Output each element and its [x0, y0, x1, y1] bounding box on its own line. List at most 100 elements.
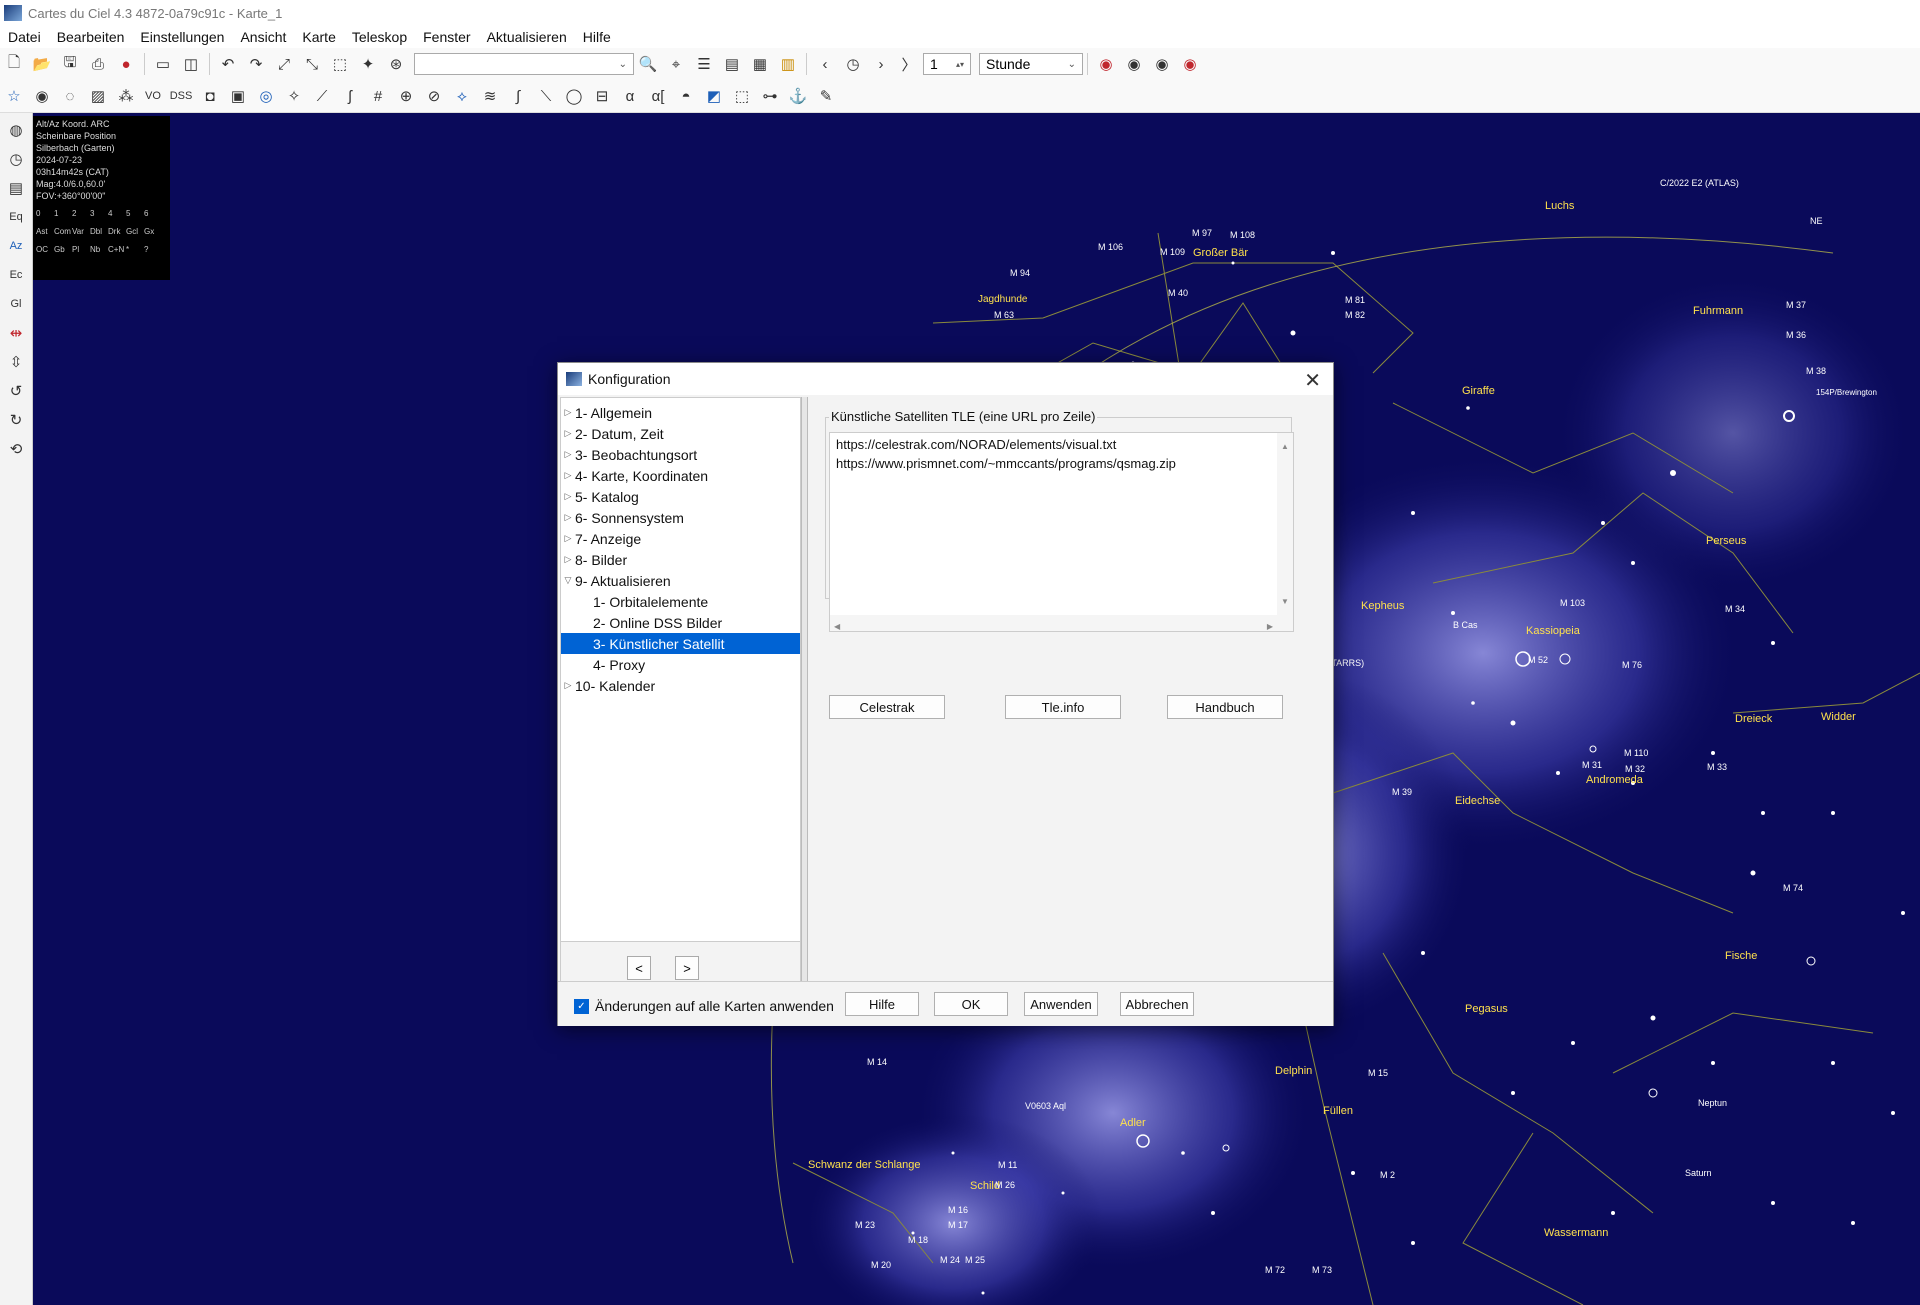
- time-reset-icon[interactable]: ◉: [1178, 52, 1202, 76]
- tree-item-orbitalelemente[interactable]: 1- Orbitalelemente: [561, 591, 800, 612]
- grid-icon[interactable]: #: [366, 84, 390, 108]
- pane-splitter[interactable]: [801, 397, 808, 995]
- link-icon[interactable]: ⊶: [758, 84, 782, 108]
- altaz-icon[interactable]: Az: [4, 234, 28, 258]
- time-fwd-icon[interactable]: ◉: [1150, 52, 1174, 76]
- line-icon[interactable]: ⟍: [534, 84, 558, 108]
- anchor-icon[interactable]: ⚓: [786, 84, 810, 108]
- search-icon[interactable]: 🔍: [636, 52, 660, 76]
- prev-page-button[interactable]: <: [627, 956, 651, 980]
- tree-item-katalog[interactable]: ▷ 5- Katalog: [561, 486, 800, 507]
- celestrak-button[interactable]: Celestrak: [829, 695, 945, 719]
- horizontal-scrollbar[interactable]: ◀ ▶: [830, 615, 1293, 631]
- redo-icon[interactable]: ↷: [244, 52, 268, 76]
- clock-icon[interactable]: ◷: [841, 52, 865, 76]
- forward-icon[interactable]: ›: [869, 52, 893, 76]
- galactic-icon[interactable]: Gl: [4, 292, 28, 316]
- horizon-icon[interactable]: ◓: [674, 84, 698, 108]
- sparkle-icon[interactable]: ✧: [282, 84, 306, 108]
- split-window-icon[interactable]: ◫: [179, 52, 203, 76]
- tree-item-kuenstlicher-satellit[interactable]: 3- Künstlicher Satellit: [561, 633, 800, 654]
- save-icon[interactable]: 🖫: [58, 52, 82, 76]
- hilfe-button[interactable]: Hilfe: [845, 992, 919, 1016]
- ecliptic-coord-icon[interactable]: Ec: [4, 263, 28, 287]
- time-now-icon[interactable]: ◉: [1122, 52, 1146, 76]
- curve-icon[interactable]: ʃ: [338, 84, 362, 108]
- open-icon[interactable]: 📂: [30, 52, 54, 76]
- anwenden-button[interactable]: Anwenden: [1024, 992, 1098, 1016]
- scroll-up-icon[interactable]: ▲: [1277, 437, 1293, 456]
- tree-item-anzeige[interactable]: ▷ 7- Anzeige: [561, 528, 800, 549]
- pin-icon[interactable]: ⌖: [664, 52, 688, 76]
- alpha-bracket-button[interactable]: α[: [646, 84, 670, 108]
- print-icon[interactable]: ⎙: [86, 52, 110, 76]
- compass-icon[interactable]: ⊘: [422, 84, 446, 108]
- rotate-right-icon[interactable]: ↻: [4, 408, 28, 432]
- menu-karte[interactable]: Karte: [294, 29, 343, 45]
- calendar-icon[interactable]: ▦: [748, 52, 772, 76]
- menu-teleskop[interactable]: Teleskop: [344, 29, 415, 45]
- menu-einstellungen[interactable]: Einstellungen: [132, 29, 232, 45]
- menu-aktualisieren[interactable]: Aktualisieren: [479, 29, 575, 45]
- catalog-icon[interactable]: ▥: [776, 52, 800, 76]
- undo-icon[interactable]: ↶: [216, 52, 240, 76]
- target-icon[interactable]: ⊛: [384, 52, 408, 76]
- pen-icon[interactable]: ✎: [814, 84, 838, 108]
- tree-item-aktualisieren[interactable]: ▽ 9- Aktualisieren: [561, 570, 800, 591]
- tree-item-kalender[interactable]: ▷ 10- Kalender: [561, 675, 800, 696]
- tree-item-bilder[interactable]: ▷ 8- Bilder: [561, 549, 800, 570]
- tree-item-karte-koordinaten[interactable]: ▷ 4- Karte, Koordinaten: [561, 465, 800, 486]
- next-icon[interactable]: 〉: [897, 52, 921, 76]
- scroll-down-icon[interactable]: ▼: [1277, 592, 1293, 611]
- rotate-left-icon[interactable]: ↺: [4, 379, 28, 403]
- handbuch-button[interactable]: Handbuch: [1167, 695, 1283, 719]
- scroll-right-icon[interactable]: ▶: [1267, 617, 1273, 636]
- constellation-icon[interactable]: ⟡: [450, 84, 474, 108]
- milkyway-icon[interactable]: ≋: [478, 84, 502, 108]
- rotate-reset-icon[interactable]: ⟲: [4, 437, 28, 461]
- menu-fenster[interactable]: Fenster: [415, 29, 478, 45]
- new-icon[interactable]: 🗋: [2, 52, 26, 76]
- menu-datei[interactable]: Datei: [0, 29, 49, 45]
- flip-horizontal-icon[interactable]: ⇹: [4, 321, 28, 345]
- nebula-icon[interactable]: ◉: [30, 84, 54, 108]
- tle-url-textarea[interactable]: https://celestrak.com/NORAD/elements/vis…: [829, 432, 1294, 632]
- tree-item-online-dss-bilder[interactable]: 2- Online DSS Bilder: [561, 612, 800, 633]
- scroll-left-icon[interactable]: ◀: [834, 617, 840, 636]
- marker-icon[interactable]: ●: [114, 52, 138, 76]
- tree-item-datum-zeit[interactable]: ▷ 2- Datum, Zeit: [561, 423, 800, 444]
- objects-icon[interactable]: ⁂: [114, 84, 138, 108]
- clock-icon[interactable]: ◷: [4, 147, 28, 171]
- lines-icon[interactable]: ⟋: [310, 84, 334, 108]
- window-icon[interactable]: ▭: [151, 52, 175, 76]
- search-combo[interactable]: ⌄: [414, 53, 634, 75]
- list-icon[interactable]: ☰: [692, 52, 716, 76]
- step-spinner[interactable]: 1 ▴▾: [923, 53, 971, 75]
- ruler-icon[interactable]: ⊟: [590, 84, 614, 108]
- list2-icon[interactable]: ▤: [720, 52, 744, 76]
- ring-icon[interactable]: ◎: [254, 84, 278, 108]
- next-page-button[interactable]: >: [675, 956, 699, 980]
- circle-icon[interactable]: ◯: [562, 84, 586, 108]
- abbrechen-button[interactable]: Abbrechen: [1120, 992, 1194, 1016]
- step-unit-select[interactable]: Stunde ⌄: [979, 53, 1083, 75]
- image-icon[interactable]: ▨: [86, 84, 110, 108]
- tree-item-sonnensystem[interactable]: ▷ 6- Sonnensystem: [561, 507, 800, 528]
- apply-all-checkbox[interactable]: ✓ Änderungen auf alle Karten anwenden: [574, 998, 834, 1014]
- photo-icon[interactable]: ▣: [226, 84, 250, 108]
- tleinfo-button[interactable]: Tle.info: [1005, 695, 1121, 719]
- panel-icon[interactable]: ▤: [4, 176, 28, 200]
- alpha-button[interactable]: α: [618, 84, 642, 108]
- frame-icon[interactable]: ⬚: [730, 84, 754, 108]
- vo-button[interactable]: VO: [142, 84, 164, 108]
- close-icon[interactable]: ✕: [1304, 368, 1321, 393]
- back-icon[interactable]: ‹: [813, 52, 837, 76]
- camera-icon[interactable]: ◘: [198, 84, 222, 108]
- globe-icon[interactable]: ◍: [4, 118, 28, 142]
- ecliptic-icon[interactable]: ∫: [506, 84, 530, 108]
- dss-button[interactable]: DSS: [168, 84, 194, 108]
- tree-item-proxy[interactable]: 4- Proxy: [561, 654, 800, 675]
- zoom-area-icon[interactable]: ⬚: [328, 52, 352, 76]
- fill-icon[interactable]: ◩: [702, 84, 726, 108]
- menu-hilfe[interactable]: Hilfe: [575, 29, 619, 45]
